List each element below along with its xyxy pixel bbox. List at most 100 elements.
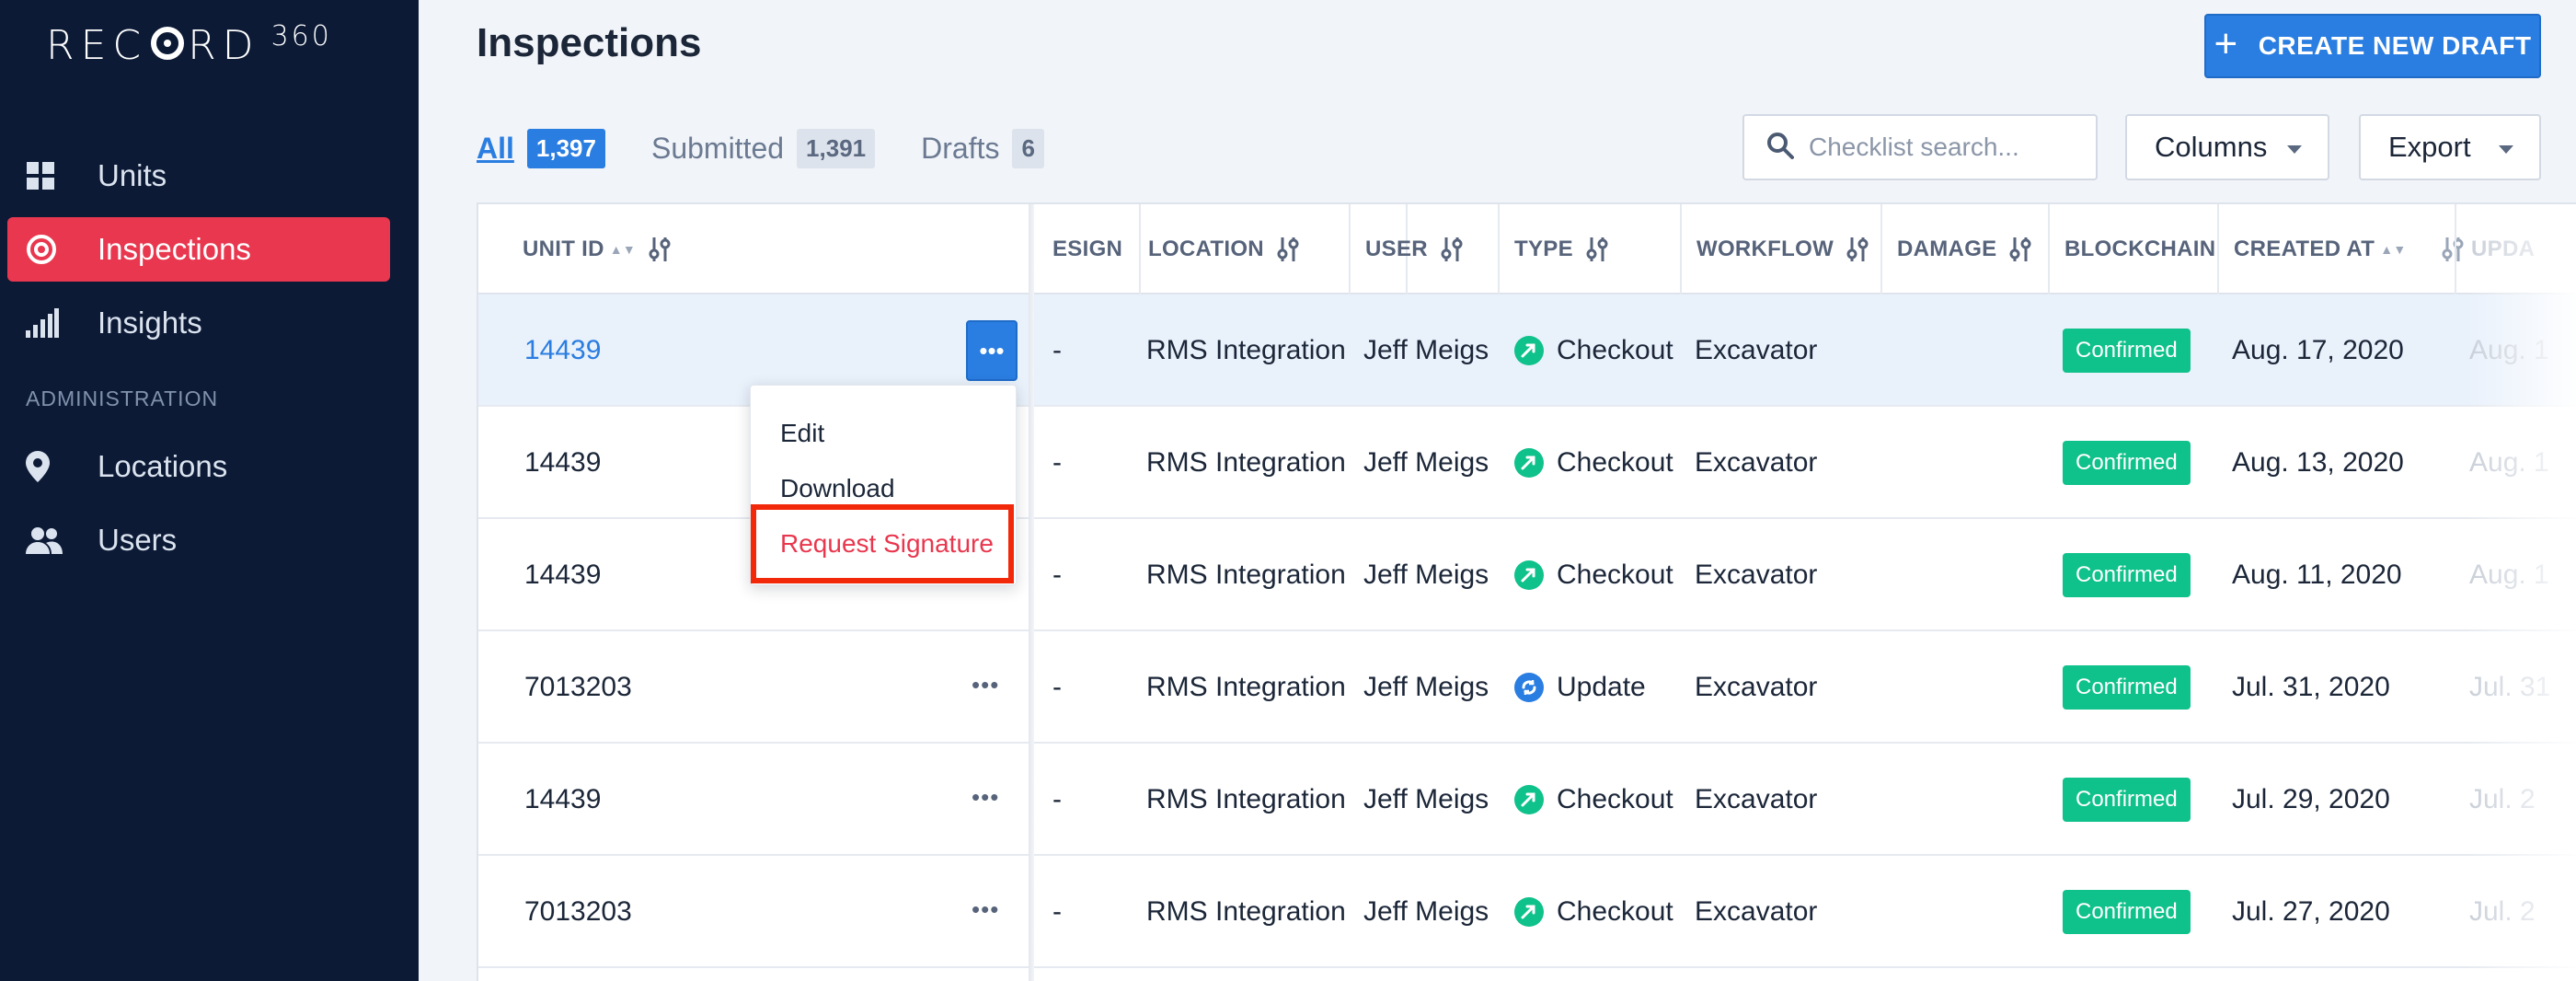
updated-at-cell: Jul. 2 <box>2469 896 2536 927</box>
location-cell: RMS Integration <box>1146 560 1346 590</box>
col-header-label: UNIT ID <box>523 237 604 261</box>
checklist-search[interactable] <box>1742 114 2098 180</box>
col-header-user[interactable]: USER <box>1365 204 1465 294</box>
location-cell: RMS Integration <box>1146 896 1346 927</box>
updated-at-cell: Aug. 1 <box>2469 560 2549 590</box>
checkout-icon <box>1514 897 1544 927</box>
update-icon <box>1514 673 1544 702</box>
row-actions-button[interactable]: ••• <box>972 673 999 697</box>
table-row[interactable]: 7013203 ••• - RMS Integration Jeff Meigs Upda… <box>478 631 2576 744</box>
unit-id-link[interactable]: 14439 <box>524 407 601 519</box>
col-header-location[interactable]: LOCATION <box>1148 204 1301 294</box>
col-header-workflow[interactable]: WORKFLOW <box>1696 204 1870 294</box>
user-cell: Jeff Meigs <box>1363 896 1489 927</box>
filter-icon[interactable] <box>1584 236 1610 263</box>
col-header-blockchain[interactable]: BLOCKCHAIN <box>2064 204 2215 294</box>
grid-icon <box>26 161 70 190</box>
blockchain-cell: Confirmed <box>2063 294 2191 407</box>
tab-bar: All 1,397 Submitted 1,391 Drafts 6 <box>477 129 1090 168</box>
chevron-down-icon <box>2499 145 2513 154</box>
filter-icon[interactable] <box>647 236 673 263</box>
unit-id-link[interactable]: 7013203 <box>524 856 632 968</box>
col-header-label: DAMAGE <box>1897 237 1997 261</box>
tab-count-badge: 6 <box>1012 129 1044 168</box>
col-header-unit-id[interactable]: UNIT ID ▲▼ <box>523 204 673 294</box>
filter-icon[interactable] <box>1439 236 1465 263</box>
esign-cell: - <box>1052 784 1062 814</box>
type-cell: Checkout <box>1514 856 1673 968</box>
tab-drafts[interactable]: Drafts 6 <box>921 129 1044 168</box>
table-header: UNIT ID ▲▼ ESIGN LOCATION USER TYPE WORK… <box>478 204 2576 294</box>
filter-icon[interactable] <box>1845 236 1870 263</box>
col-header-esign[interactable]: ESIGN <box>1052 204 1122 294</box>
logo-sup: 360 <box>270 20 332 52</box>
tab-all[interactable]: All 1,397 <box>477 129 605 168</box>
sidebar-item-users[interactable]: Users <box>7 508 390 572</box>
blockchain-cell: Confirmed <box>2063 856 2191 968</box>
search-input[interactable] <box>1809 133 2085 162</box>
col-header-label: WORKFLOW <box>1696 237 1834 261</box>
user-cell: Jeff Meigs <box>1363 447 1489 478</box>
table-row[interactable]: 14439 ••• - RMS Integration Jeff Meigs Checko… <box>478 744 2576 856</box>
type-cell: Checkout <box>1514 519 1673 631</box>
export-button[interactable]: Export <box>2359 114 2541 180</box>
logo[interactable]: REC RD 360 <box>46 20 332 69</box>
updated-at-cell: Aug. 1 <box>2469 335 2549 365</box>
frozen-column-divider <box>1029 204 1034 981</box>
col-header-damage[interactable]: DAMAGE <box>1897 204 2033 294</box>
unit-id-link[interactable]: 14439 <box>524 519 601 631</box>
sort-icon[interactable]: ▲▼ <box>2380 242 2406 257</box>
menu-item-edit[interactable]: Edit <box>780 419 824 448</box>
user-cell: Jeff Meigs <box>1363 335 1489 365</box>
unit-id-link[interactable]: 7013203 <box>524 631 632 744</box>
unit-id-link[interactable]: 14439 <box>524 294 601 407</box>
filter-icon[interactable] <box>2440 236 2466 263</box>
col-header-created-at[interactable]: CREATED AT ▲▼ <box>2234 204 2466 294</box>
tab-submitted[interactable]: Submitted 1,391 <box>651 129 876 168</box>
col-header-label: TYPE <box>1514 237 1573 261</box>
col-header-label: ESIGN <box>1052 237 1123 261</box>
status-badge: Confirmed <box>2063 553 2191 597</box>
user-cell: Jeff Meigs <box>1363 784 1489 814</box>
status-badge: Confirmed <box>2063 441 2191 485</box>
sidebar-item-locations[interactable]: Locations <box>7 434 390 499</box>
sidebar-item-insights[interactable]: Insights <box>7 291 390 355</box>
type-label: Checkout <box>1557 560 1673 590</box>
sidebar-item-units[interactable]: Units <box>7 144 390 208</box>
status-badge: Confirmed <box>2063 665 2191 710</box>
row-actions-button[interactable]: ••• <box>966 320 1018 381</box>
logo-text-2: RD <box>188 22 260 69</box>
chevron-down-icon <box>2287 145 2302 154</box>
blockchain-cell: Confirmed <box>2063 744 2191 856</box>
bars-icon <box>26 308 70 338</box>
filter-icon[interactable] <box>2007 236 2033 263</box>
create-new-draft-button[interactable]: + CREATE NEW DRAFT <box>2204 14 2541 78</box>
row-actions-button[interactable]: ••• <box>972 897 999 921</box>
menu-item-request-signature[interactable]: Request Signature <box>780 529 994 559</box>
updated-at-cell: Jul. 31 <box>2469 672 2551 702</box>
status-badge: Confirmed <box>2063 890 2191 934</box>
sidebar-item-inspections[interactable]: Inspections <box>7 217 390 282</box>
unit-id-link[interactable]: 14439 <box>524 744 601 856</box>
col-header-updated[interactable]: UPDA <box>2471 204 2535 294</box>
menu-item-download[interactable]: Download <box>780 474 895 503</box>
type-cell: Checkout <box>1514 294 1673 407</box>
workflow-cell: Excavator <box>1695 896 1818 927</box>
col-header-type[interactable]: TYPE <box>1514 204 1610 294</box>
table-row[interactable]: 7013203 ••• - RMS Integration Jeff Meigs Chec… <box>478 856 2576 968</box>
tab-count-badge: 1,397 <box>526 129 605 168</box>
created-at-cell: Aug. 17, 2020 <box>2232 335 2404 365</box>
checkout-icon <box>1514 560 1544 590</box>
sort-icon[interactable]: ▲▼ <box>610 242 636 257</box>
workflow-cell: Excavator <box>1695 560 1818 590</box>
blockchain-cell: Confirmed <box>2063 407 2191 519</box>
col-header-label: USER <box>1365 237 1428 261</box>
row-actions-button[interactable]: ••• <box>972 785 999 809</box>
type-cell: Checkout <box>1514 407 1673 519</box>
esign-cell: - <box>1052 672 1062 702</box>
created-at-cell: Aug. 11, 2020 <box>2232 560 2402 590</box>
columns-button[interactable]: Columns <box>2125 114 2329 180</box>
status-badge: Confirmed <box>2063 778 2191 822</box>
tab-label: Drafts <box>921 132 1000 165</box>
filter-icon[interactable] <box>1275 236 1301 263</box>
